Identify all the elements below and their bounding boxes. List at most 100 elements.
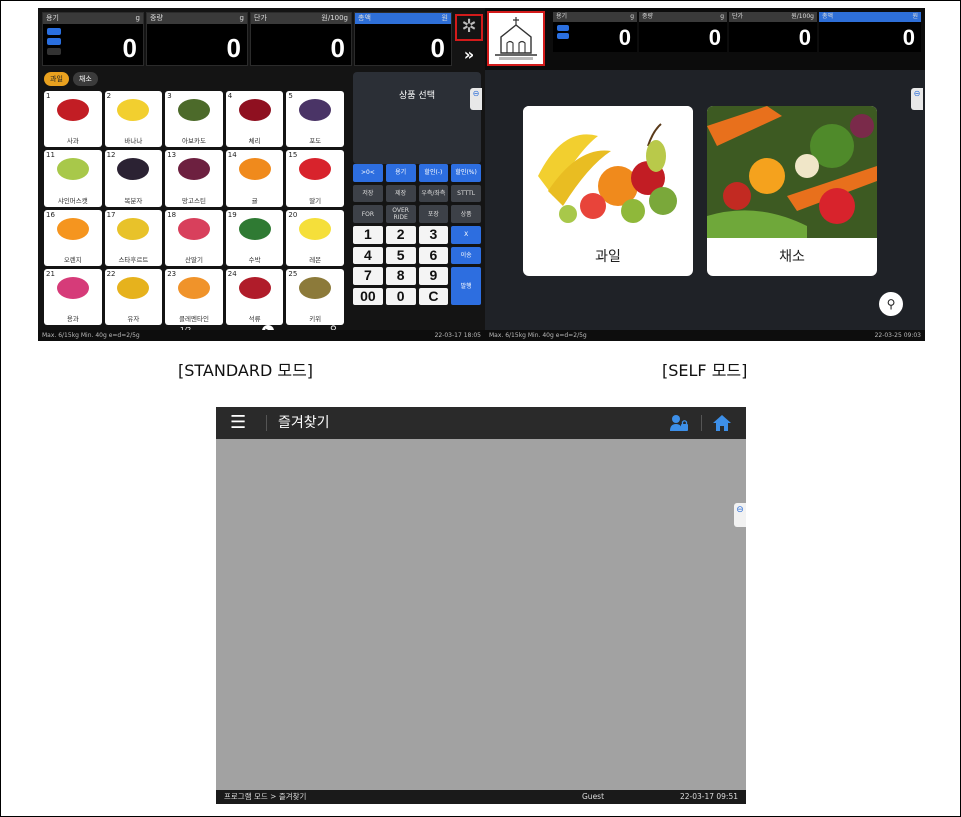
- product-tile[interactable]: 13 망고스틴: [165, 150, 223, 207]
- tare-unit: g: [135, 14, 140, 22]
- keypad-key[interactable]: >0<: [353, 164, 383, 182]
- self-weight-unit: g: [720, 13, 724, 20]
- product-tile[interactable]: 2 바나나: [104, 91, 163, 148]
- product-image: [238, 158, 271, 181]
- product-number: 25: [288, 269, 298, 278]
- keypad-key[interactable]: X: [451, 225, 481, 244]
- product-tile[interactable]: 20 레몬: [286, 209, 344, 266]
- product-image: [177, 99, 210, 121]
- tab-vegetable[interactable]: 채소: [72, 72, 98, 86]
- keypad-key[interactable]: 7: [353, 267, 383, 285]
- product-number: 14: [227, 151, 237, 160]
- self-capacity-info: Max. 6/15kg Min. 40g e=d=2/5g: [489, 332, 587, 339]
- product-tile[interactable]: 21 용과: [44, 268, 102, 325]
- self-unit-price-value: 0: [798, 25, 811, 50]
- weight-unit: g: [239, 14, 244, 22]
- product-tile[interactable]: 23 클레멘타인: [165, 268, 223, 325]
- menu-icon[interactable]: ☰: [230, 413, 246, 433]
- product-tile[interactable]: 14 귤: [225, 150, 284, 207]
- keypad-key[interactable]: 2: [385, 225, 416, 244]
- product-name: 복분자: [124, 196, 143, 205]
- keypad-key[interactable]: C: [418, 287, 449, 306]
- product-tile[interactable]: 18 산딸기: [165, 209, 223, 266]
- product-name: 아보카도: [182, 137, 206, 146]
- product-tile[interactable]: 24 석류: [225, 268, 284, 325]
- product-tile[interactable]: 15 딸기: [286, 150, 344, 207]
- product-select-label: 상품 선택: [399, 91, 435, 101]
- keypad-key[interactable]: 발행: [451, 267, 481, 306]
- tab-fruit[interactable]: 과일: [44, 72, 69, 86]
- keypad-key[interactable]: FOR: [353, 205, 383, 223]
- keypad-key[interactable]: 3: [418, 225, 449, 244]
- figure-frame: 용기 g 0 중량 g 0 단가 원/100g 0 총액 원 0 ✲ » 과일 채소 1…: [0, 0, 961, 817]
- keypad-key[interactable]: 제장: [385, 184, 416, 203]
- self-unit-price-display: 단가 원/100g 0: [729, 12, 817, 52]
- product-tile[interactable]: 22 유자: [104, 268, 163, 325]
- self-tare-label: 용기: [556, 13, 568, 20]
- product-image: [238, 99, 271, 121]
- self-weight-display: 중량 g 0: [639, 12, 727, 52]
- fruit-category-card[interactable]: 과일: [523, 106, 693, 276]
- side-tab-icon[interactable]: ⊖: [470, 88, 482, 110]
- product-tile[interactable]: 3 아보카도: [165, 91, 223, 148]
- chevron-right-icon[interactable]: »: [457, 46, 481, 64]
- favorites-side-tab-icon[interactable]: ⊖: [734, 503, 746, 527]
- product-name: 스타후르트: [118, 255, 149, 264]
- keypad-key[interactable]: 4: [353, 246, 383, 265]
- product-name: 유자: [127, 315, 140, 323]
- keypad-key[interactable]: 할인(%): [451, 164, 481, 182]
- keypad-key[interactable]: STTTL: [451, 184, 481, 203]
- product-name: 키위: [309, 315, 322, 323]
- keypad-key[interactable]: 6: [418, 246, 449, 265]
- product-name: 클레멘타인: [179, 315, 209, 323]
- self-search-icon[interactable]: ⚲: [879, 292, 903, 316]
- header-divider: [266, 415, 267, 431]
- product-image: [56, 217, 89, 240]
- product-tile[interactable]: 17 스타후르트: [104, 209, 163, 266]
- product-name: 레몬: [309, 255, 322, 264]
- keypad-key[interactable]: 이송: [451, 246, 481, 265]
- product-image: [299, 276, 332, 299]
- keypad-key[interactable]: OVER RIDE: [385, 205, 416, 223]
- product-tile[interactable]: 25 키위: [286, 268, 344, 325]
- tare-value: 0: [122, 33, 137, 63]
- vegetable-category-card[interactable]: 채소: [707, 106, 877, 276]
- product-tile[interactable]: 5 포도: [286, 91, 344, 148]
- store-logo[interactable]: [487, 11, 545, 66]
- self-side-tab-icon[interactable]: ⊖: [911, 88, 923, 110]
- keypad-key[interactable]: 9: [418, 267, 449, 285]
- product-name: 바나나: [124, 137, 143, 146]
- product-image: [238, 276, 271, 299]
- product-tile[interactable]: 4 체리: [225, 91, 284, 148]
- product-image: [299, 158, 332, 181]
- capacity-info: Max. 6/15kg Min. 40g e=d=2/5g: [42, 332, 140, 339]
- keypad-key[interactable]: 용기: [385, 164, 416, 182]
- keypad-key[interactable]: 1: [353, 225, 383, 244]
- gear-icon[interactable]: ✲: [455, 14, 483, 41]
- self-total-price-unit: 원: [912, 13, 918, 20]
- product-tile[interactable]: 12 복분자: [104, 150, 163, 207]
- home-icon[interactable]: [712, 413, 732, 433]
- product-tile[interactable]: 11 샤인머스캣: [44, 150, 102, 207]
- keypad-key[interactable]: 8: [385, 267, 416, 285]
- product-number: 23: [167, 269, 177, 278]
- product-tile[interactable]: 19 수박: [225, 209, 284, 266]
- keypad-key[interactable]: 우측/좌측: [418, 184, 449, 203]
- keypad-key[interactable]: 5: [385, 246, 416, 265]
- product-name: 망고스틴: [182, 196, 206, 205]
- keypad-key[interactable]: 상품: [451, 205, 481, 223]
- user-lock-icon[interactable]: [669, 413, 689, 433]
- keypad-key[interactable]: 포장: [418, 205, 449, 223]
- product-number: 3: [167, 92, 172, 100]
- product-number: 5: [288, 92, 293, 100]
- product-tile[interactable]: 16 오렌지: [44, 209, 102, 266]
- keypad-key[interactable]: 0: [385, 287, 416, 306]
- product-tile[interactable]: 1 사과: [44, 91, 102, 148]
- keypad-key[interactable]: 할인(-): [418, 164, 449, 182]
- product-number: 4: [227, 92, 233, 100]
- product-number: 24: [227, 269, 237, 278]
- self-status-leds: [557, 25, 569, 41]
- weight-label: 중량: [150, 14, 163, 22]
- keypad-key[interactable]: 00: [353, 287, 383, 306]
- keypad-key[interactable]: 저장: [353, 184, 383, 203]
